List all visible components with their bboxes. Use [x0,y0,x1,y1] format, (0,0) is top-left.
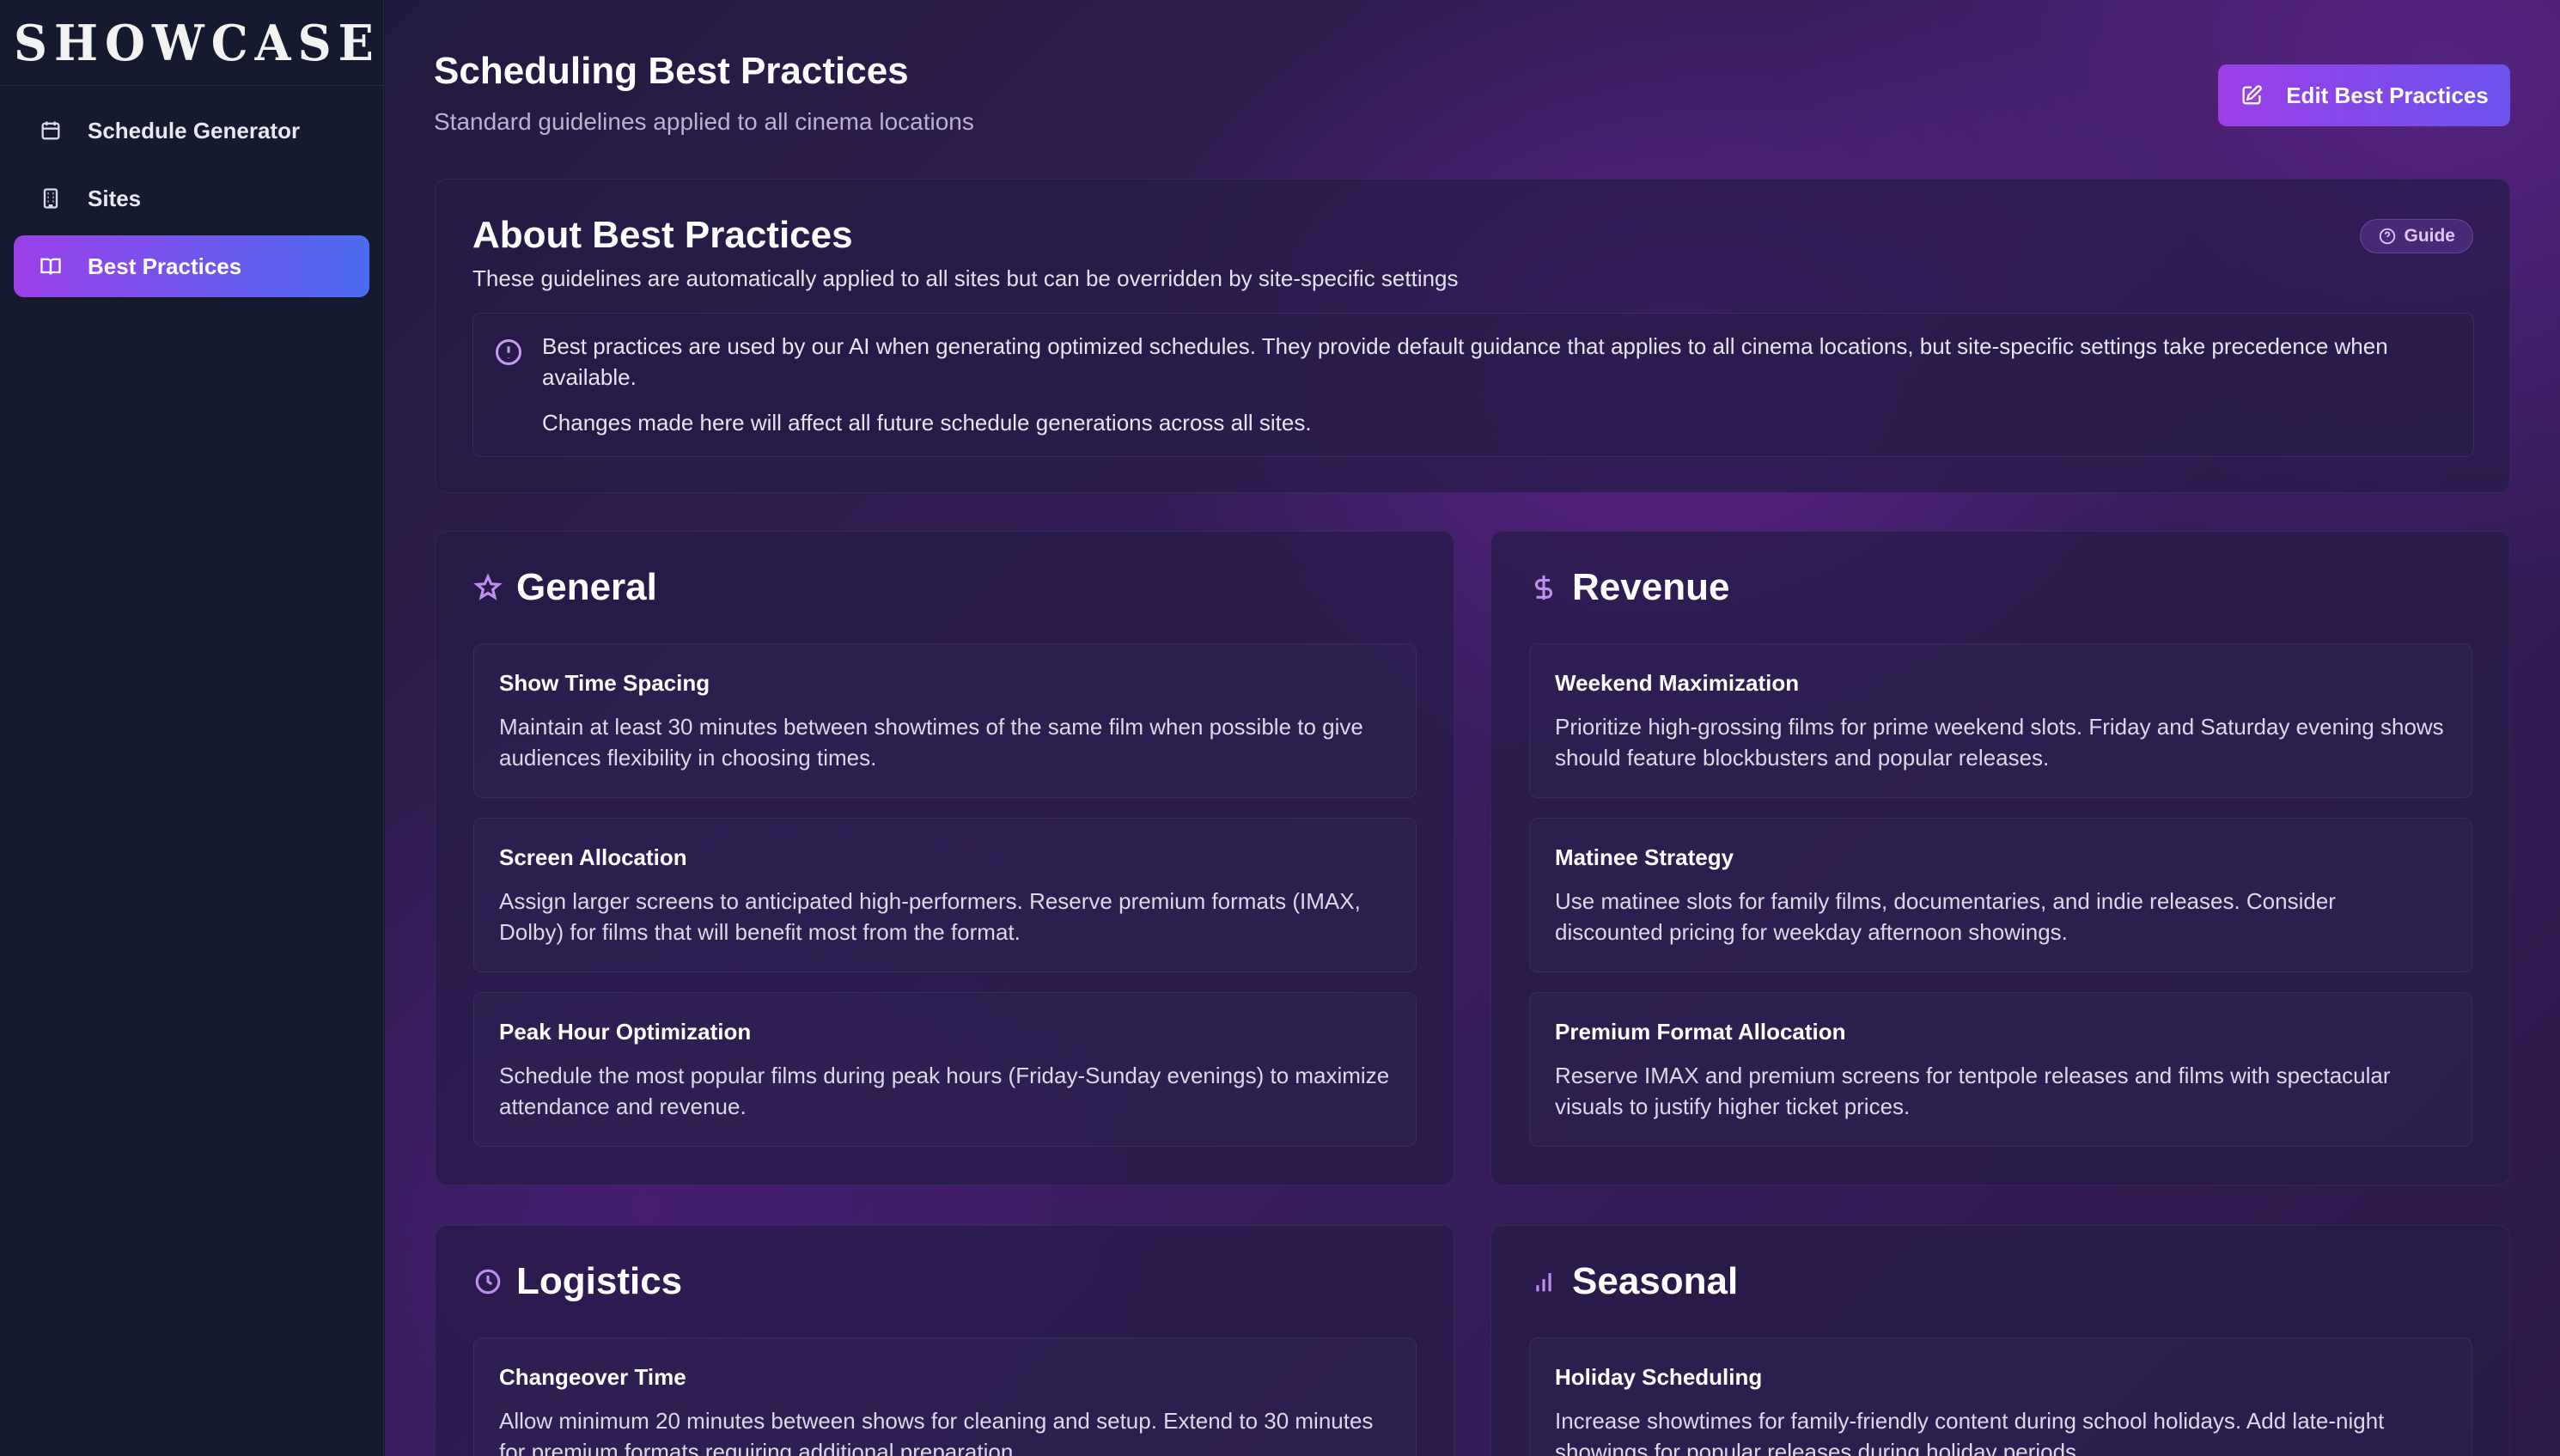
sidebar-item-best-practices[interactable]: Best Practices [14,235,369,297]
practice-item: Changeover Time Allow minimum 20 minutes… [473,1337,1417,1456]
brand-header: SHOWCASE [0,0,383,86]
practice-description: Prioritize high-grossing films for prime… [1555,714,2444,771]
practice-item: Premium Format Allocation Reserve IMAX a… [1529,992,2472,1147]
practice-item: Screen Allocation Assign larger screens … [473,818,1417,972]
practice-description: Reserve IMAX and premium screens for ten… [1555,1063,2391,1119]
sidebar-item-label: Schedule Generator [88,117,301,143]
info-text-secondary: Changes made here will affect all future… [542,410,1312,436]
section-header: Seasonal [1529,1260,1738,1303]
about-title: About Best Practices [472,214,853,256]
sidebar-item-label: Sites [88,185,142,211]
practice-title: Screen Allocation [499,844,687,870]
info-text-primary: Best practices are used by our AI when g… [542,333,2388,390]
practice-item: Peak Hour Optimization Schedule the most… [473,992,1417,1147]
practice-title: Show Time Spacing [499,670,710,696]
section-title: Revenue [1572,566,1730,608]
section-header: Revenue [1529,566,1729,609]
section-header: Logistics [473,1260,682,1303]
practice-item: Weekend Maximization Prioritize high-gro… [1529,643,2472,798]
section-logistics: Logistics Changeover Time Allow minimum … [435,1225,1454,1456]
practice-item: Show Time Spacing Maintain at least 30 m… [473,643,1417,798]
practice-title: Peak Hour Optimization [499,1019,752,1045]
practice-item: Holiday Scheduling Increase showtimes fo… [1529,1337,2472,1456]
page-subtitle: Standard guidelines applied to all cinem… [434,108,974,135]
sidebar: SHOWCASE Schedule Generator Sites Best P… [0,0,384,1456]
about-description: These guidelines are automatically appli… [472,265,1459,291]
page-title: Scheduling Best Practices [434,50,909,92]
section-title: Logistics [516,1260,683,1302]
practice-item: Matinee Strategy Use matinee slots for f… [1529,818,2472,972]
edit-icon [2242,85,2262,105]
section-seasonal: Seasonal Holiday Scheduling Increase sho… [1490,1225,2510,1456]
practice-title: Matinee Strategy [1555,844,1734,870]
guide-badge-label: Guide [2404,226,2455,246]
help-circle-icon [2380,228,2396,245]
guide-badge: Guide [2360,219,2473,253]
main-content: Scheduling Best Practices Standard guide… [385,0,2560,1456]
clock-icon [475,1269,501,1295]
info-alert: Best practices are used by our AI when g… [472,313,2474,457]
edit-best-practices-button[interactable]: Edit Best Practices [2218,64,2510,126]
section-revenue: Revenue Weekend Maximization Prioritize … [1490,531,2510,1185]
edit-button-label: Edit Best Practices [2286,82,2489,108]
star-icon [473,573,503,600]
practice-description: Schedule the most popular films during p… [499,1063,1390,1119]
practice-description: Assign larger screens to anticipated hig… [499,888,1361,945]
practice-title: Premium Format Allocation [1555,1019,1846,1045]
calendar-icon [38,118,64,143]
showcase-logo[interactable]: SHOWCASE [14,14,381,71]
practice-description: Increase showtimes for family-friendly c… [1555,1408,2385,1456]
building-icon [38,186,64,211]
practice-description: Allow minimum 20 minutes between shows f… [499,1408,1374,1456]
section-title: Seasonal [1572,1260,1739,1302]
sidebar-item-label: Best Practices [88,253,242,279]
sidebar-item-sites[interactable]: Sites [14,168,369,229]
about-card: About Best Practices These guidelines ar… [435,179,2510,493]
section-general: General Show Time Spacing Maintain at le… [435,531,1454,1185]
section-title: General [516,566,657,608]
bar-chart-icon [1536,1273,1551,1292]
practice-description: Maintain at least 30 minutes between sho… [499,714,1363,771]
sidebar-nav: Schedule Generator Sites Best Practices [0,86,383,317]
practice-title: Weekend Maximization [1555,670,1800,696]
section-header: General [473,566,657,609]
alert-circle-icon [493,337,524,372]
practice-title: Holiday Scheduling [1555,1364,1763,1390]
book-open-icon [38,253,64,279]
practice-title: Changeover Time [499,1364,686,1390]
dollar-icon [1535,575,1552,600]
sidebar-item-schedule-generator[interactable]: Schedule Generator [14,100,369,161]
practice-description: Use matinee slots for family films, docu… [1555,888,2336,945]
